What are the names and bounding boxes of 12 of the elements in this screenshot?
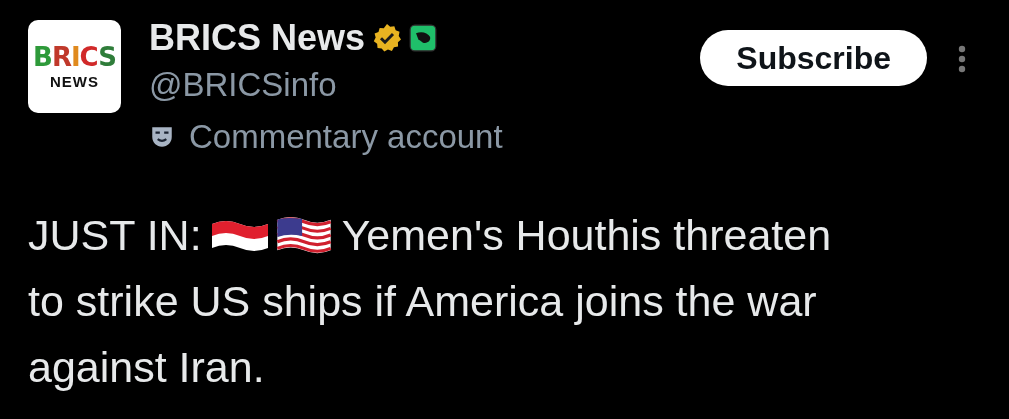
avatar-logo[interactable]: BRICS NEWS — [28, 20, 121, 113]
account-label: Commentary account — [189, 118, 503, 156]
post-lead: JUST IN: — [28, 211, 202, 259]
post-text: to strike US ships if America joins the war against Iran. — [28, 276, 818, 393]
account-name[interactable]: BRICS News — [149, 17, 366, 59]
post-text: Yemen's Houthis threaten — [341, 211, 832, 259]
logo-text: BRICS — [33, 43, 116, 70]
mask-icon — [149, 124, 175, 150]
more-options-icon[interactable] — [957, 44, 967, 74]
subscribe-button[interactable]: Subscribe — [700, 30, 927, 86]
account-handle[interactable]: @BRICSinfo — [149, 66, 701, 104]
logo-subtext: NEWS — [50, 72, 99, 90]
